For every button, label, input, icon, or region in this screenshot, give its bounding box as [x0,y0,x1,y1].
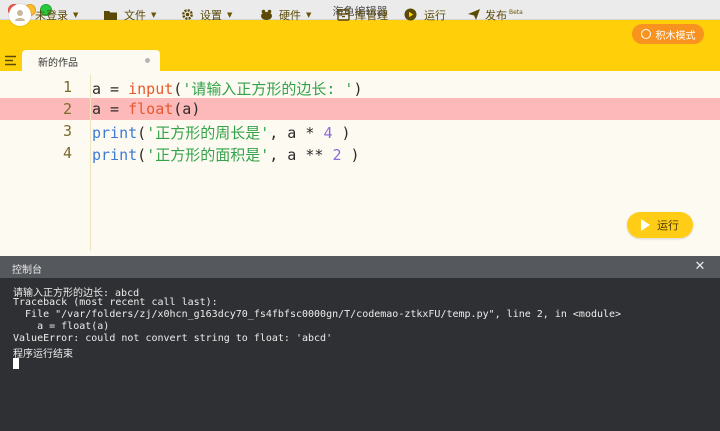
send-icon [468,9,480,20]
code-line[interactable]: 3 print('正方形的周长是', a * 4 ) [0,120,720,142]
code-line[interactable]: 4 print('正方形的面积是', a ** 2 ) [0,142,720,164]
gear-icon [182,9,193,20]
block-mode-label: 积木模式 [655,30,696,42]
console-line: File "/var/folders/zj/x0hcn_g163dcy70_fs… [13,309,622,320]
console-cursor [13,358,19,369]
toolbar-run-button[interactable]: 运行 [404,0,446,29]
beta-badge: Beta [509,9,523,16]
chevron-down-icon: ▼ [151,10,157,19]
toolbar-run-label: 运行 [424,8,446,22]
chevron-down-icon: ▼ [73,10,79,19]
code-text: a = input('请输入正方形的边长: ') [92,80,363,98]
code-line[interactable]: 1 a = input('请输入正方形的边长: ') [0,76,720,98]
console-header: 控制台 ✕ [0,256,720,278]
login-label: 未登录 [35,8,68,22]
console-line: ValueError: could not convert string to … [13,333,333,344]
code-text: a = float(a) [92,100,201,118]
sidebar-toggle-button[interactable] [0,49,20,71]
console-line: 程序运行结束 [13,349,73,360]
hardware-menu-label: 硬件 [279,8,301,22]
code-line-error[interactable]: 2 a = float(a) [0,98,720,120]
run-button[interactable]: 运行 [627,212,693,238]
library-manager-label: 库管理 [355,8,388,22]
settings-menu[interactable]: 设置 ▼ [181,0,232,29]
block-mode-button[interactable]: 积木模式 [632,24,704,44]
tab-new-work[interactable]: 新的作品 [22,50,160,71]
library-manager-button[interactable]: 库管理 [337,0,388,29]
line-number: 1 [62,78,72,96]
chevron-down-icon: ▼ [306,10,312,19]
chevron-down-icon: ▼ [227,10,233,19]
login-button[interactable]: 未登录 ▼ [9,0,78,29]
settings-menu-label: 设置 [200,8,222,22]
file-menu-label: 文件 [124,8,146,22]
folder-icon [104,10,117,20]
file-menu[interactable]: 文件 ▼ [103,0,156,29]
play-circle-icon [404,8,417,21]
publish-label: 发布 [485,8,507,22]
code-text: print('正方形的面积是', a ** 2 ) [92,146,360,164]
run-button-label: 运行 [657,219,679,232]
menu-list-icon [4,55,16,65]
code-editor[interactable]: 1 a = input('请输入正方形的边长: ') 2 a = float(a… [0,71,720,256]
toggle-icon [640,29,651,39]
code-text: print('正方形的周长是', a * 4 ) [92,124,351,142]
user-avatar-icon [15,9,25,21]
turtle-hardware-icon [261,9,272,20]
tab-label: 新的作品 [38,58,78,69]
console-line: Traceback (most recent call last): [13,297,218,308]
line-number: 3 [62,122,72,140]
unsaved-dot-icon[interactable] [145,58,150,63]
publish-button[interactable]: 发布 Beta [467,0,523,29]
console-title: 控制台 [12,265,42,276]
play-icon [641,219,650,231]
close-icon[interactable]: ✕ [692,259,708,275]
gutter-divider [90,75,91,251]
console-line: a = float(a) [13,321,110,332]
avatar [9,3,31,26]
line-number: 2 [62,100,72,118]
line-number: 4 [62,144,72,162]
library-icon [337,8,350,21]
hardware-menu[interactable]: 硬件 ▼ [259,0,311,29]
